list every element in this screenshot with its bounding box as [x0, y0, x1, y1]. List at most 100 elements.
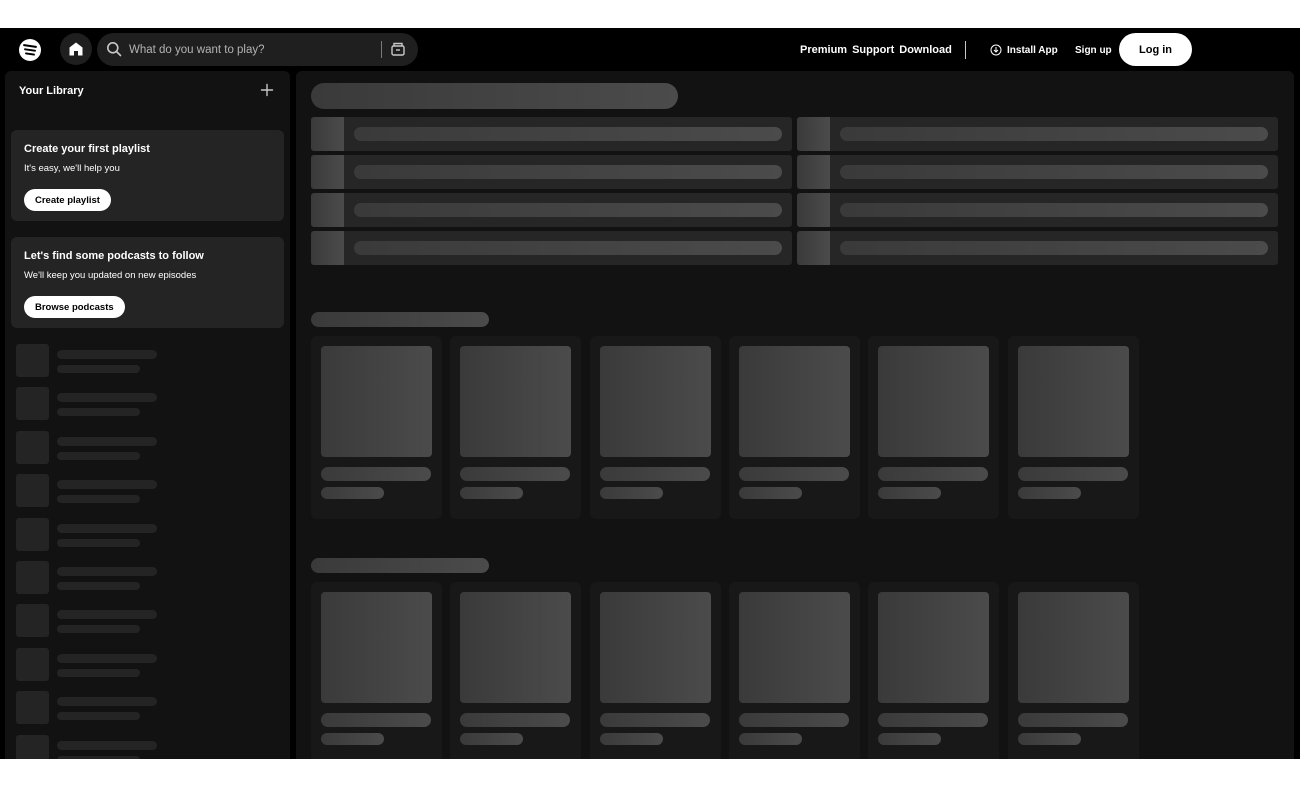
home-icon	[69, 42, 83, 56]
quick-access-title-placeholder	[840, 127, 1268, 141]
library-item-thumbnail	[16, 647, 49, 681]
library-item-subtitle-placeholder	[57, 712, 140, 721]
browse-podcasts-card: Let's find some podcasts to follow We'll…	[11, 237, 284, 328]
shelf-card-subtitle-placeholder	[738, 487, 802, 499]
browse-podcasts-title: Let's find some podcasts to follow	[24, 250, 204, 262]
library-item-placeholder[interactable]	[16, 344, 266, 378]
quick-access-item-placeholder[interactable]	[797, 193, 1278, 227]
shelf-card-placeholder[interactable]	[728, 336, 860, 519]
quick-access-title-placeholder	[840, 241, 1268, 255]
library-item-title-placeholder	[57, 523, 157, 533]
create-playlist-button[interactable]: Create playlist	[24, 189, 111, 211]
shelf-card-title-placeholder	[878, 713, 989, 727]
main-content	[296, 71, 1294, 759]
search-input[interactable]	[129, 33, 374, 66]
shelf-card-image	[599, 592, 711, 703]
library-item-thumbnail	[16, 561, 49, 594]
install-app-link[interactable]: Install App	[990, 28, 1058, 72]
shelf-card-placeholder[interactable]	[450, 336, 582, 519]
shelf-card-placeholder[interactable]	[450, 582, 582, 759]
library-item-subtitle-placeholder	[57, 408, 140, 417]
library-item-subtitle-placeholder	[57, 451, 140, 460]
quick-access-thumbnail	[311, 117, 344, 151]
shelf-card-image	[1017, 592, 1129, 703]
shelf-card-image	[460, 346, 572, 457]
premium-link[interactable]: Premium	[800, 44, 847, 56]
shelf-card-placeholder[interactable]	[311, 336, 442, 519]
shelf-card-subtitle-placeholder	[321, 733, 384, 745]
library-item-placeholder[interactable]	[16, 647, 266, 682]
download-circle-icon	[990, 44, 1002, 56]
shelf-card-subtitle-placeholder	[878, 733, 942, 745]
library-item-title-placeholder	[57, 393, 157, 403]
library-item-subtitle-placeholder	[57, 625, 140, 634]
download-link[interactable]: Download	[899, 44, 952, 56]
shelf-card-title-placeholder	[738, 467, 849, 481]
shelf-card-subtitle-placeholder	[460, 487, 524, 499]
library-title[interactable]: Your Library	[19, 85, 84, 97]
browse-podcasts-subtitle: We'll keep you updated on new episodes	[24, 270, 197, 281]
quick-access-title-placeholder	[840, 203, 1268, 217]
quick-access-item-placeholder[interactable]	[311, 193, 792, 227]
quick-access-item-placeholder[interactable]	[311, 117, 792, 151]
library-item-placeholder[interactable]	[16, 430, 266, 465]
shelf-card-placeholder[interactable]	[311, 582, 442, 759]
shelf-card-placeholder[interactable]	[589, 336, 721, 519]
library-item-placeholder[interactable]	[16, 734, 266, 759]
quick-access-item-placeholder[interactable]	[797, 117, 1278, 151]
quick-access-title-placeholder	[354, 203, 782, 217]
spotify-logo-icon[interactable]	[19, 39, 41, 61]
library-item-placeholder[interactable]	[16, 691, 266, 725]
support-link[interactable]: Support	[852, 44, 894, 56]
quick-access-item-placeholder[interactable]	[311, 155, 792, 189]
top-bar: Premium Support Download Install App Sig…	[0, 28, 1300, 72]
shelf-card-placeholder[interactable]	[589, 582, 721, 759]
home-button[interactable]	[60, 33, 92, 65]
quick-access-item-placeholder[interactable]	[797, 231, 1278, 265]
library-item-subtitle-placeholder	[57, 755, 140, 759]
quick-access-item-placeholder[interactable]	[797, 155, 1278, 189]
shelf-card-subtitle-placeholder	[321, 487, 384, 499]
library-item-subtitle-placeholder	[57, 538, 140, 547]
shelf-card-title-placeholder	[738, 713, 849, 727]
nav-links: Premium Support Download	[800, 28, 952, 72]
quick-access-thumbnail	[797, 231, 830, 265]
quick-access-thumbnail	[797, 155, 830, 189]
sign-up-button[interactable]: Sign up	[1075, 28, 1112, 72]
library-item-thumbnail	[16, 344, 49, 377]
shelf-card-title-placeholder	[460, 467, 571, 481]
quick-access-title-placeholder	[354, 165, 782, 179]
library-item-placeholder[interactable]	[16, 387, 266, 421]
shelf-title-placeholder	[311, 312, 489, 327]
browse-podcasts-button[interactable]: Browse podcasts	[24, 296, 125, 318]
library-item-subtitle-placeholder	[57, 582, 140, 590]
shelf-card-subtitle-placeholder	[599, 733, 663, 745]
shelf-card-placeholder[interactable]	[1007, 336, 1139, 519]
log-in-button[interactable]: Log in	[1119, 33, 1192, 66]
shelf-card-placeholder[interactable]	[868, 582, 1000, 759]
shelf-card-placeholder[interactable]	[868, 336, 1000, 519]
quick-access-item-placeholder[interactable]	[311, 231, 792, 265]
shelf-card-image	[878, 346, 990, 457]
shelf-card-placeholder[interactable]	[728, 582, 860, 759]
shelf-card-subtitle-placeholder	[738, 733, 802, 745]
library-item-placeholder[interactable]	[16, 517, 266, 552]
shelf-card-title-placeholder	[321, 713, 431, 727]
library-item-thumbnail	[16, 474, 49, 508]
quick-access-thumbnail	[311, 231, 344, 265]
library-item-title-placeholder	[57, 436, 157, 446]
quick-access-title-placeholder	[354, 241, 782, 255]
library-item-thumbnail	[16, 734, 49, 759]
library-item-thumbnail	[16, 387, 49, 421]
browse-icon[interactable]	[390, 41, 406, 57]
library-item-placeholder[interactable]	[16, 561, 266, 595]
library-sidebar: Your Library Create your first playlist …	[5, 71, 290, 759]
quick-access-thumbnail	[311, 193, 344, 227]
quick-access-thumbnail	[311, 155, 344, 189]
library-item-title-placeholder	[57, 740, 157, 750]
shelf-card-placeholder[interactable]	[1007, 582, 1139, 759]
library-item-placeholder[interactable]	[16, 474, 266, 508]
library-item-placeholder[interactable]	[16, 604, 266, 638]
plus-icon[interactable]	[260, 83, 274, 97]
search-bar[interactable]	[97, 33, 418, 66]
